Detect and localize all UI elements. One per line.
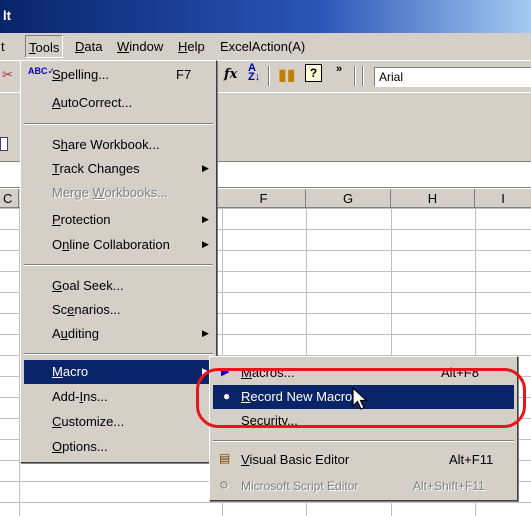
menu-tools[interactable]: Tools: [25, 35, 64, 58]
document-icon[interactable]: [0, 137, 8, 151]
menu-item-label: Spelling...: [52, 67, 110, 82]
fx-icon[interactable]: fx: [224, 67, 237, 82]
toolbar-separator: [268, 66, 270, 86]
column-header-f[interactable]: F: [222, 189, 306, 208]
menu-item-customize[interactable]: Customize...: [24, 410, 213, 434]
submenu-arrow-icon: ▶: [202, 163, 209, 173]
menu-item-label: Macro: [52, 364, 89, 379]
script-editor-icon: ⚙: [219, 480, 229, 492]
menu-item-visual-basic-editor[interactable]: ▤ Visual Basic Editor Alt+F11: [213, 448, 514, 472]
visual-basic-editor-icon: ▤: [219, 451, 231, 465]
menu-item-shortcut: Alt+Shift+F11: [413, 479, 485, 493]
spelling-icon: ABC✓: [28, 66, 56, 76]
toolbar-separator: [362, 66, 364, 86]
menu-item-label: AutoCorrect...: [52, 95, 133, 110]
menu-separator: [24, 353, 213, 355]
cut-icon[interactable]: ✂: [2, 67, 13, 83]
menu-item-goal-seek[interactable]: Goal Seek...: [24, 274, 213, 298]
column-header-i[interactable]: I: [475, 189, 531, 208]
menu-item-protection[interactable]: Protection ▶: [24, 208, 213, 232]
menu-item-merge-workbooks[interactable]: Merge Workbooks...: [24, 181, 213, 205]
menu-item-label: Track Changes: [52, 161, 140, 176]
menu-item-label: Add-Ins...: [52, 389, 108, 404]
help-icon[interactable]: ?: [305, 64, 322, 82]
menu-item-microsoft-script-editor[interactable]: ⚙ Microsoft Script Editor Alt+Shift+F11: [213, 475, 514, 499]
tools-menu-bottom: Options...: [20, 435, 217, 463]
window-title: lt: [3, 8, 11, 23]
menu-help[interactable]: Help: [178, 39, 205, 54]
column-header-g[interactable]: G: [306, 189, 391, 208]
menu-item-shortcut: Alt+F11: [449, 452, 494, 467]
menu-item-autocorrect[interactable]: AutoCorrect...: [24, 91, 213, 115]
macro-submenu-bottom: ⚙ Microsoft Script Editor Alt+Shift+F11: [209, 475, 518, 501]
menu-separator: [213, 440, 514, 442]
menu-item-label: Visual Basic Editor: [241, 452, 350, 467]
menu-item-label: Auditing: [52, 326, 99, 341]
chart-wizard-icon[interactable]: ▮▮: [278, 65, 296, 85]
menu-data[interactable]: Data: [75, 39, 102, 54]
more-buttons-icon[interactable]: »: [336, 63, 342, 75]
menu-item-label: Microsoft Script Editor: [241, 479, 359, 493]
menu-item-track-changes[interactable]: Track Changes ▶: [24, 157, 213, 181]
menu-item-shortcut: F7: [176, 67, 192, 82]
submenu-arrow-icon: ▶: [202, 328, 209, 338]
menu-item-label: Share Workbook...: [52, 137, 160, 152]
menu-item-label: Scenarios...: [52, 302, 121, 317]
menu-item-label: Customize...: [52, 414, 125, 429]
menu-item-spelling[interactable]: ABC✓ Spelling... F7: [24, 63, 213, 87]
menu-window[interactable]: Window: [117, 39, 163, 54]
menu-item-share-workbook[interactable]: Share Workbook...: [24, 133, 213, 157]
menu-item-label: Options...: [52, 439, 108, 454]
column-header-h[interactable]: H: [391, 189, 475, 208]
menu-item-online-collaboration[interactable]: Online Collaboration ▶: [24, 233, 213, 257]
submenu-arrow-icon: ▶: [202, 239, 209, 249]
font-name-box[interactable]: Arial: [374, 67, 531, 87]
menu-item-auditing[interactable]: Auditing ▶: [24, 322, 213, 346]
menu-separator: [24, 264, 213, 266]
mouse-cursor-icon: [352, 387, 369, 410]
title-bar: lt: [0, 0, 531, 33]
sort-ascending-icon[interactable]: A Z↓: [248, 63, 260, 83]
menu-item-scenarios[interactable]: Scenarios...: [24, 298, 213, 322]
menu-item-label: Merge Workbooks...: [52, 185, 169, 200]
menu-bar: t Tools Data Window Help ExcelAction(A): [0, 33, 531, 60]
submenu-arrow-icon: ▶: [202, 214, 209, 224]
toolbar-separator: [354, 66, 356, 86]
tools-menu: ABC✓ Spelling... F7 AutoCorrect... Share…: [20, 60, 217, 436]
menu-item-label: Online Collaboration: [52, 237, 170, 252]
menu-item-label: Goal Seek...: [52, 278, 124, 293]
menu-item-label: Protection: [52, 212, 111, 227]
menu-excelaction[interactable]: ExcelAction(A): [220, 39, 305, 54]
menu-edit-fragment[interactable]: t: [1, 39, 5, 54]
menu-item-options[interactable]: Options...: [24, 435, 213, 459]
menu-separator: [24, 123, 213, 125]
menu-item-macro[interactable]: Macro ▶: [24, 360, 213, 384]
column-header-c[interactable]: C: [0, 189, 19, 208]
menu-item-add-ins[interactable]: Add-Ins...: [24, 385, 213, 409]
